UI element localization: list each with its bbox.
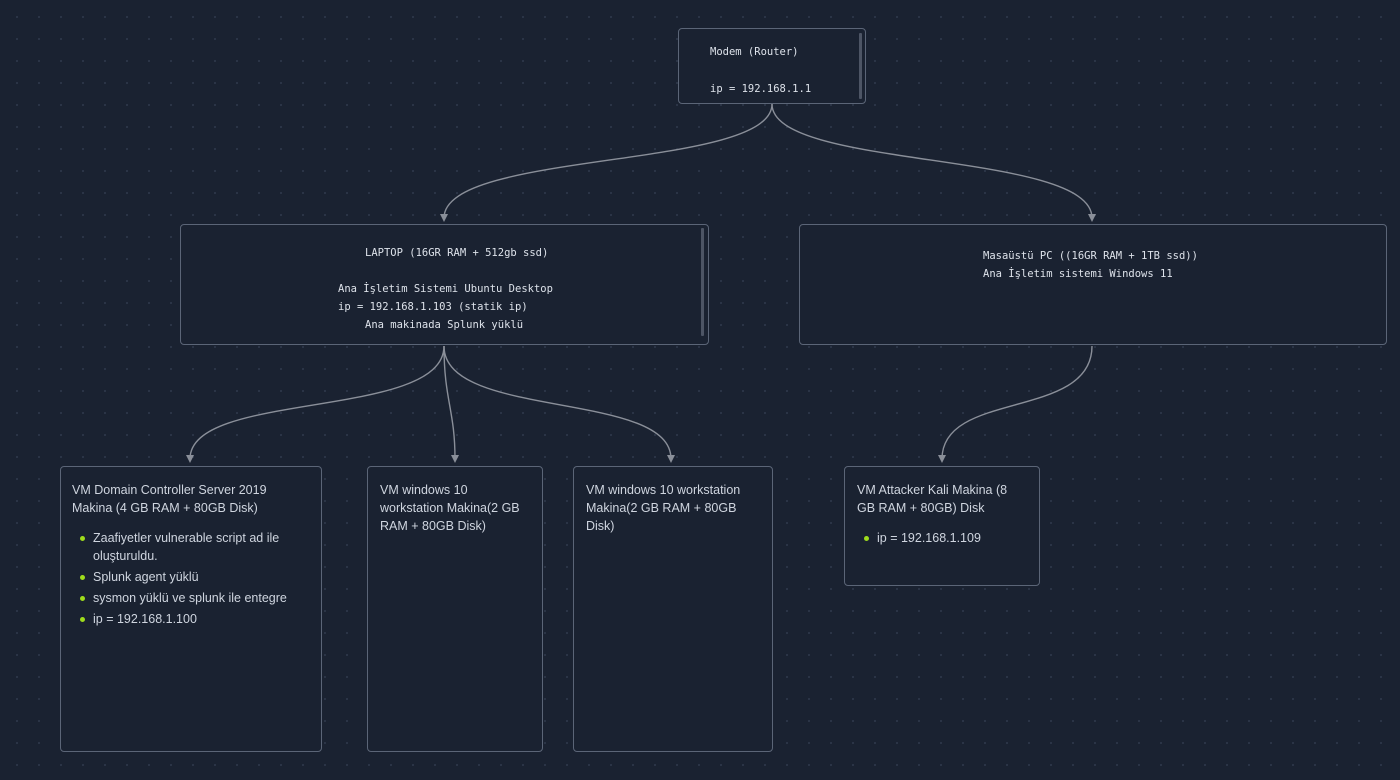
desktop-title: Masaüstü PC ((16GR RAM + 1TB ssd)): [983, 250, 1198, 262]
list-item: sysmon yüklü ve splunk ile entegre: [73, 589, 301, 607]
modem-node[interactable]: Modem (Router) ip = 192.168.1.1: [678, 28, 866, 104]
vm-windows10-node-2[interactable]: VM windows 10 workstation Makina(2 GB RA…: [573, 466, 773, 752]
list-item: Zaafiyetler vulnerable script ad ile olu…: [73, 529, 301, 565]
list-item: ip = 192.168.1.109: [857, 529, 1027, 547]
edge-laptop-vm-dc: [186, 345, 445, 463]
vm-dc-title: VM Domain Controller Server 2019 Makina …: [72, 483, 267, 515]
vm-win2-title: VM windows 10 workstation Makina(2 GB RA…: [586, 483, 741, 533]
laptop-os: Ana İşletim Sistemi Ubuntu Desktop: [338, 283, 553, 295]
list-item: Splunk agent yüklü: [73, 568, 301, 586]
laptop-ip: ip = 192.168.1.103 (statik ip): [338, 301, 528, 313]
vm-kali-list: ip = 192.168.1.109: [857, 529, 1027, 550]
edge-laptop-vm-win2: [443, 345, 675, 463]
edge-desktop-vm-kali: [938, 345, 1093, 463]
vm-win1-title: VM windows 10 workstation Makina(2 GB RA…: [380, 483, 520, 533]
vm-windows10-node-1[interactable]: VM windows 10 workstation Makina(2 GB RA…: [367, 466, 543, 752]
modem-title: Modem (Router): [710, 46, 799, 58]
edge-modem-laptop: [440, 103, 773, 222]
modem-scrollbar[interactable]: [859, 33, 862, 99]
laptop-node[interactable]: LAPTOP (16GR RAM + 512gb ssd) Ana İşleti…: [180, 224, 709, 345]
list-item: ip = 192.168.1.100: [73, 610, 301, 628]
vm-kali-title: VM Attacker Kali Makina (8 GB RAM + 80GB…: [857, 483, 1008, 515]
laptop-splunk: Ana makinada Splunk yüklü: [365, 319, 524, 331]
desktop-os: Ana İşletim sistemi Windows 11: [983, 268, 1173, 280]
modem-ip: ip = 192.168.1.1: [710, 83, 812, 95]
desktop-node[interactable]: Masaüstü PC ((16GR RAM + 1TB ssd)) Ana İ…: [799, 224, 1387, 345]
laptop-scrollbar[interactable]: [701, 228, 704, 336]
vm-domain-controller-node[interactable]: VM Domain Controller Server 2019 Makina …: [60, 466, 322, 752]
vm-dc-list: Zaafiyetler vulnerable script ad ile olu…: [73, 529, 301, 631]
edge-laptop-vm-win1: [443, 345, 459, 463]
vm-kali-node[interactable]: VM Attacker Kali Makina (8 GB RAM + 80GB…: [844, 466, 1040, 586]
laptop-title: LAPTOP (16GR RAM + 512gb ssd): [365, 247, 549, 259]
edge-modem-desktop: [771, 103, 1096, 222]
